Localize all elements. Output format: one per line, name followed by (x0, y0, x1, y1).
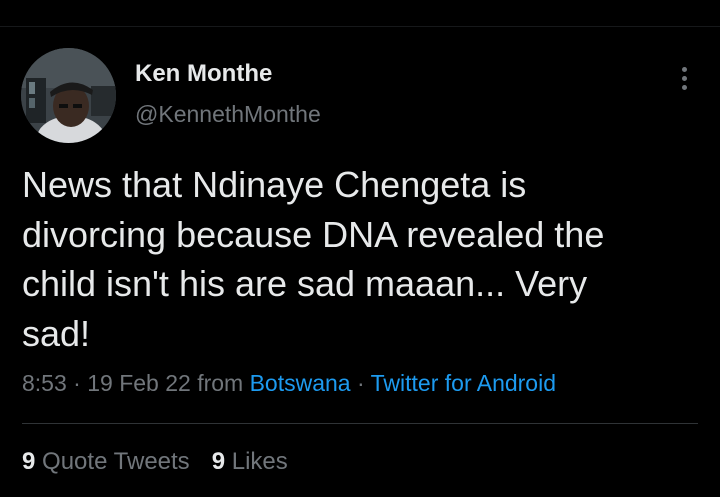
profile-photo-icon (21, 48, 116, 143)
quote-tweets-stat[interactable]: 9 Quote Tweets (22, 448, 190, 475)
tweet-text-line: sad! (22, 312, 91, 354)
tweet-metadata: 8:53 · 19 Feb 22 from Botswana · Twitter… (22, 370, 556, 397)
avatar[interactable] (21, 48, 116, 143)
meta-separator: · (350, 370, 371, 396)
tweet-text-line: divorcing because DNA revealed the (22, 213, 605, 255)
quote-tweets-label: Quote Tweets (42, 448, 190, 475)
tweet-stats: 9 Quote Tweets 9 Likes (22, 448, 288, 476)
tweet-date[interactable]: 19 Feb 22 (87, 370, 191, 396)
likes-stat[interactable]: 9 Likes (212, 448, 288, 475)
tweet-text-line: child isn't his are sad maaan... Very (22, 263, 588, 304)
meta-separator: · (66, 370, 88, 396)
top-divider (0, 26, 720, 27)
tweet-time[interactable]: 8:53 (22, 370, 67, 396)
from-label: from (190, 370, 250, 396)
tweet-text: News that Ndinaye Chengeta is divorcing … (22, 160, 702, 358)
more-vertical-icon (681, 66, 687, 72)
more-vertical-icon-dot (681, 75, 687, 81)
tweet-source-link[interactable]: Twitter for Android (371, 370, 556, 396)
author-display-name[interactable]: Ken Monthe (135, 60, 272, 88)
author-handle[interactable]: @KennethMonthe (135, 101, 321, 128)
likes-count: 9 (211, 448, 226, 475)
divider (22, 423, 698, 424)
tweet-text-line: News that Ndinaye Chengeta is (22, 164, 527, 205)
likes-label: Likes (231, 448, 288, 475)
more-options-button[interactable] (670, 62, 698, 94)
tweet-location-link[interactable]: Botswana (250, 370, 351, 396)
quote-tweets-count: 9 (22, 448, 36, 475)
more-vertical-icon-dot (681, 84, 687, 90)
